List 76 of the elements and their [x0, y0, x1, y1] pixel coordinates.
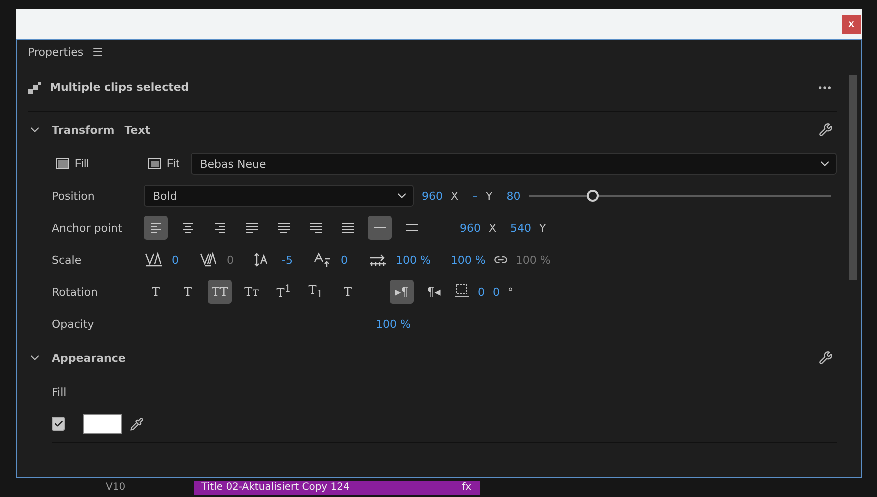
value-field[interactable]: 100 %: [396, 254, 431, 266]
clips-icon: [28, 80, 42, 94]
text-style-button[interactable]: TT: [208, 280, 232, 304]
track-label: V10: [106, 482, 126, 493]
property-label: Rotation: [52, 286, 100, 298]
fill-label: Fill: [52, 386, 68, 398]
property-label: Anchor point: [52, 222, 124, 234]
hscale-icon: [368, 252, 388, 268]
wrench-icon[interactable]: [819, 351, 833, 365]
close-button[interactable]: x: [842, 14, 861, 34]
menu-icon[interactable]: [92, 46, 104, 58]
eyedropper-icon[interactable]: [130, 416, 144, 432]
unit-label: °: [508, 286, 514, 298]
property-label: Scale: [52, 254, 83, 266]
rotation-field[interactable]: 0: [493, 286, 500, 298]
appearance-header[interactable]: Appearance: [28, 340, 837, 376]
text-style-button[interactable]: Tт: [240, 280, 264, 304]
text-align-icon: [215, 222, 225, 234]
tsume-icon: [454, 284, 470, 300]
axis-label: Y: [540, 222, 546, 234]
text-style-button[interactable]: T: [144, 280, 168, 304]
text-align-icon: [246, 222, 258, 234]
fit-button[interactable]: Fill: [52, 154, 94, 174]
color-swatch[interactable]: [83, 414, 122, 434]
direction-button[interactable]: ¶◂: [422, 280, 446, 304]
axis-label: X: [451, 190, 459, 202]
font-size-slider[interactable]: [528, 190, 831, 202]
text-style-button[interactable]: T$^{1}$: [272, 280, 296, 304]
text-align-icon: [342, 222, 354, 234]
font-dropdown[interactable]: Bebas Neue: [191, 153, 837, 175]
text-style-button[interactable]: T: [336, 280, 360, 304]
value-field[interactable]: 0: [340, 254, 348, 266]
text-style-button[interactable]: T: [176, 280, 200, 304]
tracking-icon: [199, 252, 219, 268]
text-align-icon: [406, 224, 418, 232]
direction-button[interactable]: ▸¶: [390, 280, 414, 304]
baseline-icon: [312, 252, 333, 268]
font-size-field[interactable]: 80: [506, 190, 521, 202]
axis-label: Y: [486, 190, 493, 202]
kerning-icon: [144, 252, 164, 268]
text-align-icon: [310, 222, 322, 234]
section-title: Appearance: [52, 352, 126, 364]
fit-button[interactable]: Fit: [144, 154, 184, 174]
value-field[interactable]: 960: [422, 190, 443, 202]
selection-label: Multiple clips selected: [50, 81, 190, 94]
section-title: Transform: [52, 124, 115, 136]
value-field[interactable]: 0: [172, 254, 179, 266]
value-field[interactable]: 540: [510, 222, 532, 234]
text-align-icon: [278, 222, 290, 234]
style-dropdown[interactable]: Bold: [144, 185, 414, 207]
reset-icon[interactable]: [819, 123, 833, 137]
align-button[interactable]: [144, 216, 168, 240]
check-icon: [54, 419, 64, 429]
value-field[interactable]: –: [472, 190, 478, 202]
slider-thumb[interactable]: [586, 190, 599, 202]
scale-width-field[interactable]: 100 %: [516, 254, 551, 266]
frame-icon: [148, 158, 162, 170]
scale-field[interactable]: 100 %: [450, 254, 486, 266]
property-label: Opacity: [52, 318, 96, 330]
value-field[interactable]: -5: [282, 254, 293, 266]
align-button[interactable]: [368, 216, 392, 240]
text-style-button[interactable]: T$_{1}$: [304, 280, 328, 304]
timeline-clip[interactable]: Title 02-Aktualisiert Copy 124 fx: [194, 480, 480, 494]
tsume-field[interactable]: 0: [478, 286, 485, 298]
transform-header[interactable]: Transform Text: [28, 112, 837, 148]
section-title: Text: [124, 124, 151, 136]
text-align-icon: [151, 222, 161, 234]
value-field[interactable]: 960: [460, 222, 481, 234]
fill-checkbox[interactable]: [52, 417, 66, 431]
scrollbar[interactable]: [849, 75, 857, 280]
panel-title: Properties: [28, 46, 84, 58]
opacity-field[interactable]: 100 %: [376, 318, 411, 330]
property-label: Position: [52, 190, 96, 202]
frame-icon: [56, 158, 70, 170]
text-align-icon: [183, 222, 193, 234]
axis-label: X: [489, 222, 497, 234]
